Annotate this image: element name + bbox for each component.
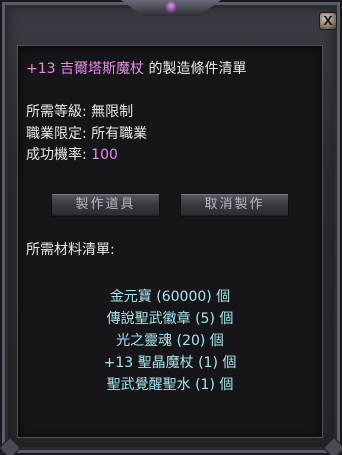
class-label: 職業限定: xyxy=(26,126,87,142)
close-button[interactable]: X xyxy=(319,12,337,30)
material-item: 光之靈魂 (20) 個 xyxy=(116,333,224,349)
recipe-title-suffix: 的製造條件清單 xyxy=(148,61,247,77)
material-item: 聖武覺醒聖水 (1) 個 xyxy=(106,377,234,393)
material-item: 傳說聖武徽章 (5) 個 xyxy=(106,311,234,327)
materials-header: 所需材料清單: xyxy=(26,242,115,258)
level-requirement-row: 所需等級: 無限制 xyxy=(26,103,133,121)
class-requirement-row: 職業限定: 所有職業 xyxy=(26,125,147,143)
recipe-title: +13 吉爾塔斯魔杖 的製造條件清單 xyxy=(26,60,246,78)
class-value: 所有職業 xyxy=(91,126,148,142)
ornament-gem-icon xyxy=(164,1,178,13)
success-rate-value: 100 xyxy=(91,147,118,163)
recipe-item-name: 吉爾塔斯魔杖 xyxy=(60,61,144,77)
materials-list: 金元寶 (60000) 個 傳說聖武徽章 (5) 個 光之靈魂 (20) 個 +… xyxy=(17,286,323,396)
cancel-make-button[interactable]: 取消製作 xyxy=(180,193,289,217)
material-item: +13 聖晶魔杖 (1) 個 xyxy=(103,355,237,371)
level-value: 無限制 xyxy=(91,104,134,120)
recipe-item-enchant: +13 xyxy=(26,61,56,77)
make-item-button[interactable]: 製作道具 xyxy=(51,193,160,217)
material-item: 金元寶 (60000) 個 xyxy=(109,289,231,305)
level-label: 所需等級: xyxy=(26,104,87,120)
success-rate-label: 成功機率: xyxy=(26,147,87,163)
success-rate-row: 成功機率: 100 xyxy=(26,146,118,164)
